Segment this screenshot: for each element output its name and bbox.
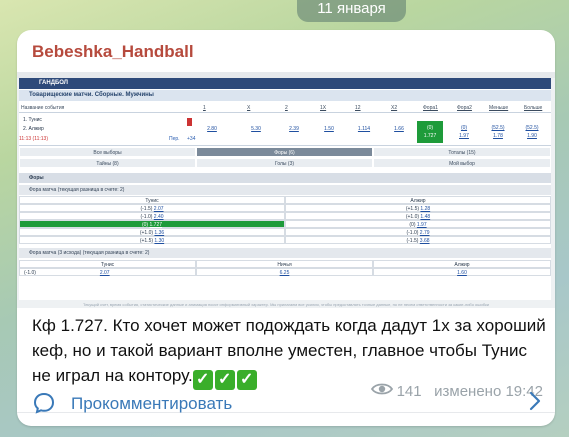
fora1-value: 1.727 — [423, 133, 437, 139]
screenshot-disclaimer: Текущий счет, время события, статистичес… — [82, 302, 490, 307]
team-header-1: Тунис — [19, 196, 285, 204]
match-clock: 11:13 (11:13) — [19, 136, 49, 142]
handicap-cell: (-1.5) 2.07 — [19, 204, 285, 212]
handicap-line: (-1.5) — [406, 238, 419, 244]
odd-12: 1.114 — [357, 126, 371, 132]
col-x: X — [247, 105, 251, 111]
section-handicap: Фора матча (текущая разница в счете: 2) — [19, 185, 551, 195]
odd-under: (52.5) 1.78 — [485, 121, 511, 143]
tab-times: Тайны (8) — [19, 158, 196, 168]
message-bubble: Bebeshka_Handball ГАНДБОЛ Товарищеские м… — [17, 30, 555, 426]
handicap-cell: (-1.0) 2.40 — [19, 212, 285, 220]
h3-header-3: Алжир — [373, 260, 551, 268]
col-fora2: Фора2 — [457, 105, 472, 111]
fora2-line: (0) — [460, 125, 468, 131]
attached-screenshot[interactable]: ГАНДБОЛ Товарищеские матчи. Сборные. Муж… — [17, 72, 555, 308]
odd-1: 2.80 — [207, 126, 217, 132]
fora1-line: (0) — [426, 125, 434, 131]
h3-cell-2: 6.25 — [196, 268, 373, 276]
date-pill: 11 января — [297, 0, 406, 22]
h3-header-2: Ничья — [196, 260, 373, 268]
tab-totals: Тоталы (15) — [373, 147, 551, 157]
col-under: Меньше — [489, 105, 509, 111]
event-row: 1. Тунис 2. Алжир 11:13 (11:13) Пер. +34… — [19, 114, 551, 146]
tab-fory: Форы (6) — [196, 147, 373, 157]
section-handicap3: Фора матча (3 исхода) (текущая разница в… — [19, 248, 551, 258]
h3-odd: 1.60 — [457, 270, 467, 276]
handicap-cell: (0) 1.97 — [285, 220, 551, 228]
under-line: (52.5) — [491, 125, 505, 131]
more-markets: +34 — [187, 136, 196, 142]
over-value: 1.90 — [527, 133, 537, 139]
channel-name[interactable]: Bebeshka_Handball — [32, 42, 194, 62]
h3-line: (-1.0) — [24, 270, 36, 276]
col-1x: 1X — [320, 105, 327, 111]
tab-all: Все выборы — [19, 147, 196, 157]
team2: 2. Алжир — [23, 126, 44, 132]
col-fora1: Фора1 — [423, 105, 438, 111]
over-line: (52.5) — [525, 125, 539, 131]
comment-button-label[interactable]: Прокомментировать — [71, 394, 232, 414]
betting-table: ГАНДБОЛ Товарищеские матчи. Сборные. Муж… — [19, 78, 551, 300]
tab-my-choice: Мой выбор — [373, 158, 551, 168]
tab-goals: Голы (3) — [196, 158, 373, 168]
column-headers: Название события 1 X 2 1X 12 X2 Фора1 Фо… — [19, 103, 551, 113]
handicap-odd: 3.68 — [419, 238, 430, 244]
h3-cell-1: (-1.0) 2.07 — [19, 268, 196, 276]
col-2: 2 — [285, 105, 288, 111]
handicap-odd: 1.30 — [154, 238, 165, 244]
handicap-cell: (+1.5) 1.28 — [285, 204, 551, 212]
h3-odd: 2.07 — [99, 270, 110, 276]
odd-x: 5.30 — [251, 126, 261, 132]
under-value: 1.78 — [493, 133, 503, 139]
h3-cell-3: 1.60 — [373, 268, 551, 276]
handicap-cell: (+1.0) 1.36 — [19, 228, 285, 236]
comment-bar[interactable]: Прокомментировать — [17, 383, 555, 426]
odd-fora1: (0) 1.727 — [417, 121, 443, 143]
handicap-cell: (+1.0) 1.48 — [285, 212, 551, 220]
handicap-cell: (-1.5) 3.68 — [285, 236, 551, 244]
h3-header-1: Тунис — [19, 260, 196, 268]
odd-2: 2.39 — [289, 126, 299, 132]
odd-fora2: (0) 1.97 — [451, 121, 477, 143]
handicap-cell-selected: (0) 1.727 — [19, 220, 285, 228]
market-tabs: Все выборы Форы (6) Тоталы (15) Тайны (8… — [19, 147, 551, 169]
chevron-right-icon[interactable] — [529, 391, 541, 417]
competition-header: Товарищеские матчи. Сборные. Мужчины — [19, 90, 551, 101]
section-fory: Форы — [19, 173, 551, 183]
odd-over: (52.5) 1.90 — [519, 121, 545, 143]
stats-icon — [187, 118, 192, 126]
message-text: Кф 1.727. Кто хочет может подождать когд… — [32, 313, 547, 390]
comment-icon — [33, 392, 55, 414]
col-12: 12 — [355, 105, 361, 111]
fora2-value: 1.97 — [459, 133, 469, 139]
handicap-line: (+1.5) — [139, 238, 154, 244]
team1: 1. Тунис — [23, 117, 42, 123]
handicap-cell: (-1.0) 2.79 — [285, 228, 551, 236]
sport-header: ГАНДБОЛ — [19, 78, 551, 89]
col-1: 1 — [203, 105, 206, 111]
col-over: Больше — [524, 105, 543, 111]
team-header-2: Алжир — [285, 196, 551, 204]
col-x2: X2 — [391, 105, 398, 111]
col-event-name: Название события — [21, 105, 65, 111]
h3-odd: 6.25 — [279, 270, 290, 276]
message-body: Кф 1.727. Кто хочет может подождать когд… — [32, 316, 546, 385]
period-link: Пер. — [169, 136, 180, 142]
odd-x2: 1.66 — [394, 126, 404, 132]
handicap-cell: (+1.5) 1.30 — [19, 236, 285, 244]
odd-1x: 1.50 — [324, 126, 334, 132]
